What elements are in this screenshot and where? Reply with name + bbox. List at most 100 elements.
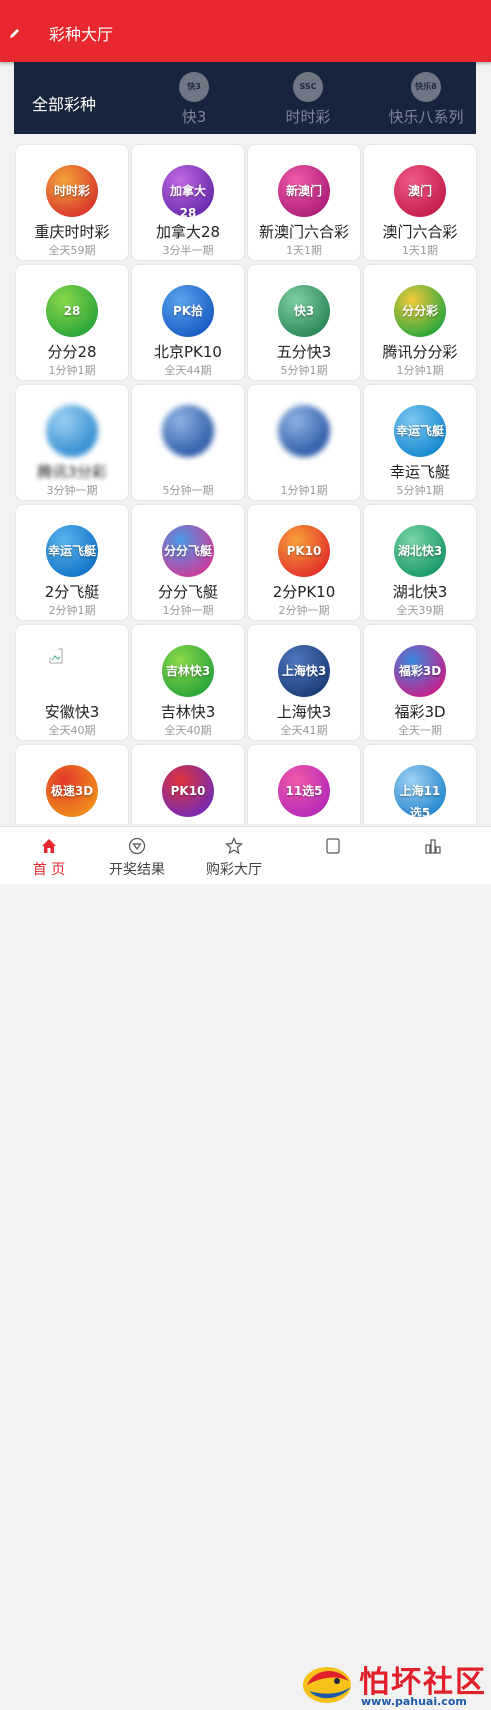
- game-logo-text: 幸运飞艇: [47, 544, 96, 558]
- game-logo-icon: PK10: [162, 765, 214, 817]
- tabbar-results[interactable]: 开奖结果: [88, 827, 186, 884]
- watermark-logo: 怕坏社区 www.pahuai.com: [297, 1655, 487, 1710]
- game-card[interactable]: 快3 五分快3 5分钟1期: [247, 264, 361, 381]
- edit-icon[interactable]: [9, 27, 21, 39]
- game-name: 腾讯分分彩: [382, 343, 458, 361]
- game-logo-text: 28: [63, 304, 81, 318]
- game-logo-text: 上海11选5: [399, 784, 441, 817]
- game-logo-text: PK拾: [172, 304, 204, 318]
- tab-ssc[interactable]: SSC 时时彩: [258, 62, 358, 134]
- tabbar-label: 首 页: [32, 862, 66, 878]
- game-card[interactable]: 加拿大28 加拿大28 3分半一期: [131, 144, 245, 261]
- tab-k3[interactable]: 快3 快3: [144, 62, 244, 134]
- tab-label: 快3: [181, 108, 207, 126]
- game-card[interactable]: 上海11选5: [363, 744, 477, 824]
- game-frequency: 全天41期: [280, 724, 328, 737]
- game-logo-icon: [46, 405, 98, 457]
- game-card[interactable]: 湖北快3 湖北快3 全天39期: [363, 504, 477, 621]
- game-card[interactable]: 1分钟1期: [247, 384, 361, 501]
- game-card[interactable]: PK10: [131, 744, 245, 824]
- game-name: 加拿大28: [155, 223, 221, 241]
- header-bar: 彩种大厅: [0, 0, 491, 62]
- game-logo-text: 新澳门: [285, 184, 322, 198]
- game-frequency: 1分钟1期: [48, 364, 96, 377]
- game-frequency: 全天59期: [48, 244, 96, 257]
- tabbar-home[interactable]: 首 页: [0, 827, 98, 884]
- star-icon: [225, 837, 243, 855]
- game-logo-icon: 幸运飞艇: [46, 525, 98, 577]
- game-card[interactable]: 上海快3 上海快3 全天41期: [247, 624, 361, 741]
- ssc-logo-icon: SSC: [293, 72, 323, 102]
- game-name: 2分飞艇: [44, 583, 100, 601]
- tabbar-label: 开奖结果: [109, 862, 165, 878]
- game-name: 上海快3: [276, 703, 332, 721]
- game-frequency: 1分钟一期: [162, 604, 214, 617]
- game-logo-icon: 分分飞艇: [162, 525, 214, 577]
- game-name: 分分28: [47, 343, 97, 361]
- game-card[interactable]: 安徽快3 全天40期: [15, 624, 129, 741]
- game-frequency: 5分钟一期: [162, 484, 214, 497]
- page-title: 彩种大厅: [49, 25, 114, 44]
- game-card[interactable]: 11选5: [247, 744, 361, 824]
- game-logo-icon: PK拾: [162, 285, 214, 337]
- tab-all[interactable]: 全部彩种: [14, 62, 114, 134]
- game-logo-icon: 上海快3: [278, 645, 330, 697]
- game-card[interactable]: 分分飞艇 分分飞艇 1分钟一期: [131, 504, 245, 621]
- home-icon: [42, 839, 56, 853]
- game-card[interactable]: 腾讯3分彩 3分钟一期: [15, 384, 129, 501]
- game-logo-text: 吉林快3: [165, 664, 211, 678]
- tabbar-lobby[interactable]: 购彩大厅: [185, 827, 283, 884]
- record-icon: [326, 838, 340, 854]
- game-card[interactable]: 5分钟一期: [131, 384, 245, 501]
- game-logo-icon: 快3: [278, 285, 330, 337]
- game-card[interactable]: 澳门 澳门六合彩 1天1期: [363, 144, 477, 261]
- game-card[interactable]: 时时彩 重庆时时彩 全天59期: [15, 144, 129, 261]
- game-name: 重庆时时彩: [34, 223, 110, 241]
- game-logo-text: 湖北快3: [397, 544, 443, 558]
- game-logo-icon: 幸运飞艇: [394, 405, 446, 457]
- game-card[interactable]: 新澳门 新澳门六合彩 1天1期: [247, 144, 361, 261]
- tabbar-record[interactable]: [284, 827, 382, 884]
- game-card[interactable]: 福彩3D 福彩3D 全天一期: [363, 624, 477, 741]
- game-card[interactable]: 幸运飞艇 幸运飞艇 5分钟1期: [363, 384, 477, 501]
- game-frequency: 全天44期: [164, 364, 212, 377]
- game-logo-icon: 分分彩: [394, 285, 446, 337]
- game-frequency: 全天一期: [398, 724, 442, 737]
- game-logo-icon: 极速3D: [46, 765, 98, 817]
- game-logo-icon: 加拿大28: [162, 165, 214, 217]
- game-card[interactable]: 28 分分28 1分钟1期: [15, 264, 129, 381]
- game-frequency: 全天40期: [164, 724, 212, 737]
- game-logo-text: 幸运飞艇: [395, 424, 444, 438]
- game-logo-icon: 上海11选5: [394, 765, 446, 817]
- game-name: 幸运飞艇: [389, 463, 450, 481]
- game-name: 北京PK10: [154, 343, 222, 361]
- game-frequency: 5分钟1期: [280, 364, 328, 377]
- tab-kl8[interactable]: 快乐8 快乐八系列: [376, 62, 476, 134]
- game-frequency: 2分钟1期: [48, 604, 96, 617]
- game-card[interactable]: 分分彩 腾讯分分彩 1分钟1期: [363, 264, 477, 381]
- game-logo-text: 11选5: [285, 784, 323, 798]
- game-frequency: 全天40期: [48, 724, 96, 737]
- game-card[interactable]: 幸运飞艇 2分飞艇 2分钟1期: [15, 504, 129, 621]
- game-logo-text: 上海快3: [281, 664, 327, 678]
- tabbar-ranking[interactable]: [384, 827, 482, 884]
- tabbar-label: 购彩大厅: [206, 862, 262, 878]
- game-logo-icon: [162, 405, 214, 457]
- game-logo-text: 极速3D: [50, 784, 94, 798]
- game-logo-icon: 福彩3D: [394, 645, 446, 697]
- game-card[interactable]: 吉林快3 吉林快3 全天40期: [131, 624, 245, 741]
- tab-label: 全部彩种: [31, 95, 96, 114]
- kl8-logo-icon: 快乐8: [411, 72, 441, 102]
- tab-label: 快乐八系列: [388, 108, 464, 126]
- game-frequency: 5分钟1期: [396, 484, 444, 497]
- award-icon: [128, 837, 146, 855]
- k3-logo-icon: 快3: [179, 72, 209, 102]
- game-card[interactable]: PK拾北京PK10 全天44期: [131, 264, 245, 381]
- game-logo-icon: 11选5: [278, 765, 330, 817]
- game-grid: 时时彩 重庆时时彩 全天59期 加拿大28 加拿大28 3分半一期 新澳门 新澳门六合彩 1天1…: [15, 144, 479, 824]
- game-logo-icon: 新澳门: [278, 165, 330, 217]
- game-card[interactable]: PK10 2分PK10 2分钟一期: [247, 504, 361, 621]
- game-card[interactable]: 极速3D: [15, 744, 129, 824]
- category-tabs: 全部彩种 快3 快3 SSC 时时彩 快乐8 快乐八系列: [14, 62, 476, 134]
- game-name: 湖北快3: [392, 583, 448, 601]
